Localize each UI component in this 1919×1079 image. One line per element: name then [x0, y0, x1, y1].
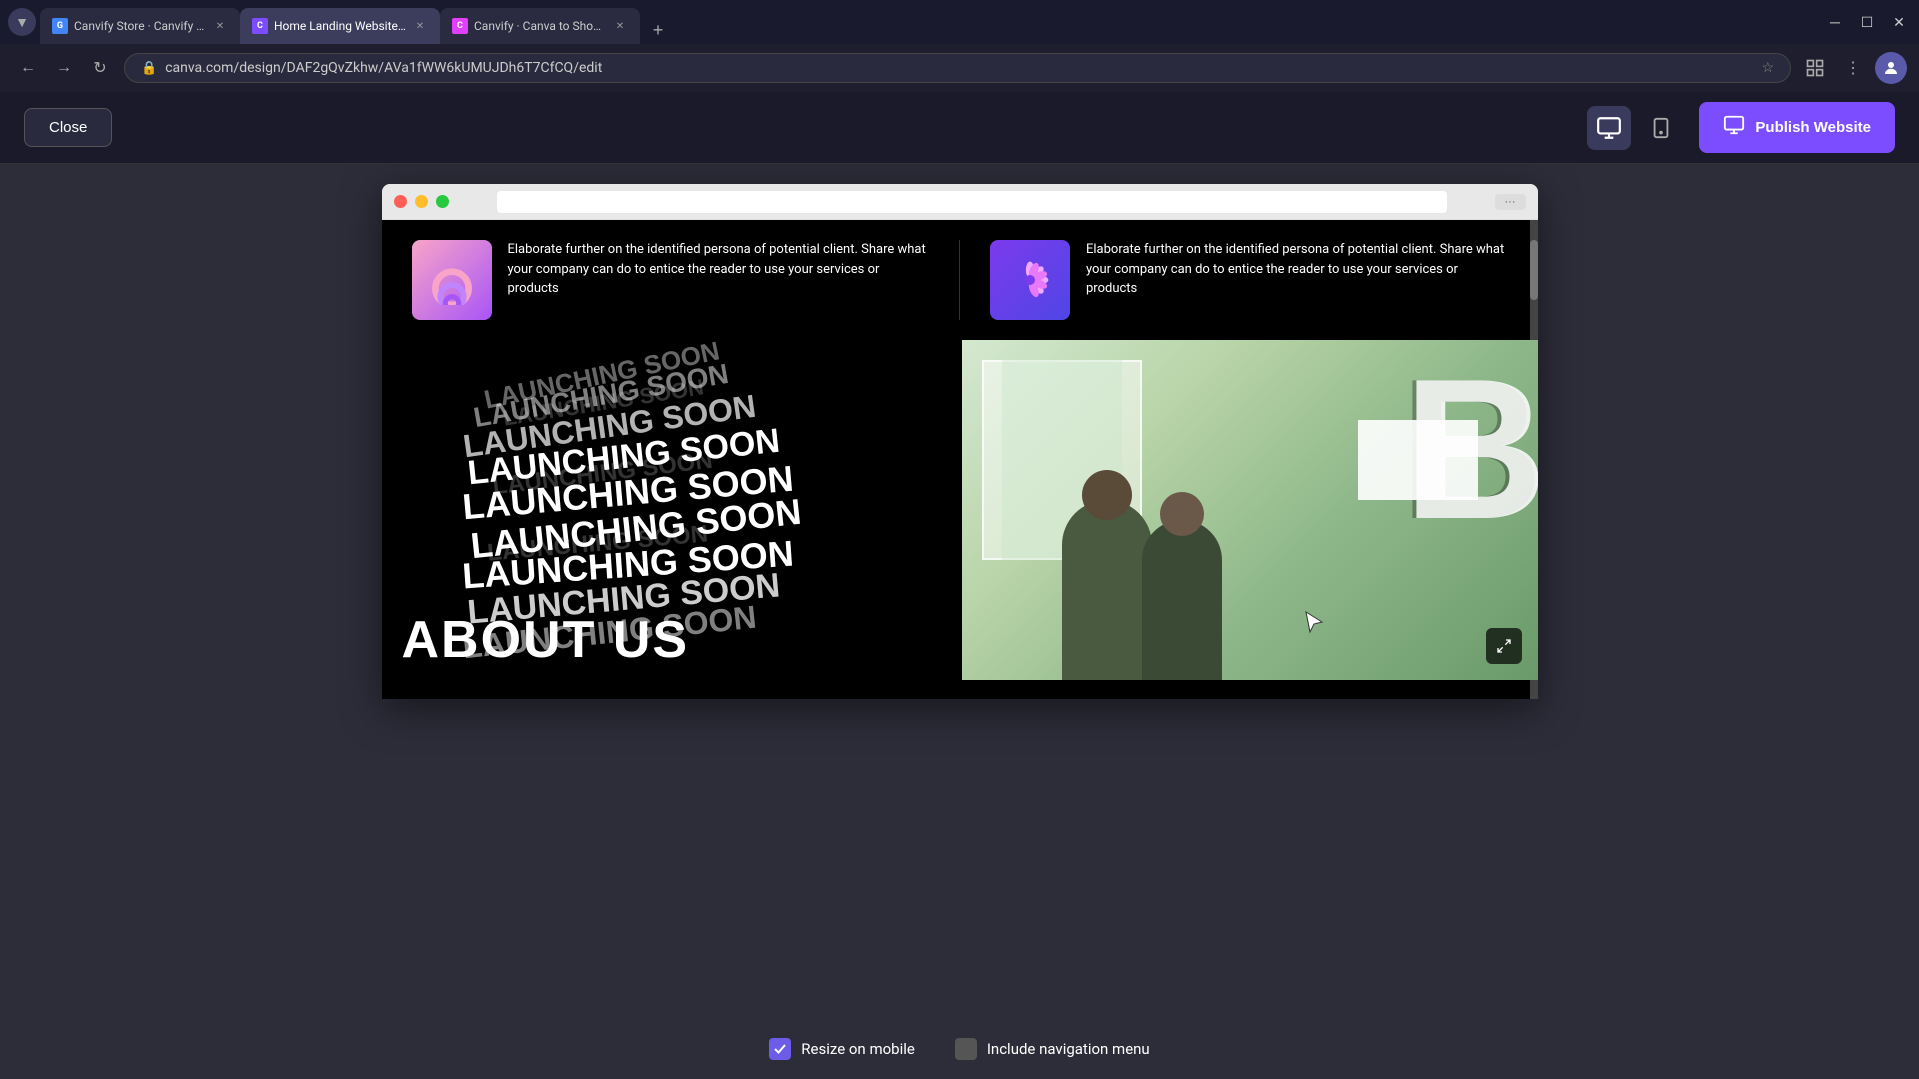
resize-mobile-checkbox[interactable]: [769, 1038, 791, 1060]
tab-2-label: Home Landing Website in Blac...: [274, 19, 406, 33]
url-bar[interactable]: 🔒 canva.com/design/DAF2gQvZkhw/AVa1fWW6k…: [124, 53, 1791, 83]
tab-2[interactable]: C Home Landing Website in Blac... ✕: [240, 8, 440, 44]
preview-btn-1[interactable]: ···: [1495, 194, 1526, 210]
restore-button[interactable]: ☐: [1855, 10, 1879, 34]
person-2-head: [1160, 492, 1204, 536]
service-card-2-text: Elaborate further on the identified pers…: [1086, 240, 1508, 299]
new-tab-button[interactable]: +: [644, 16, 672, 44]
service-card-2: Elaborate further on the identified pers…: [990, 240, 1508, 320]
traffic-light-red[interactable]: [394, 195, 407, 208]
nav-menu-label: Include navigation menu: [987, 1040, 1150, 1058]
tab-2-favicon: C: [252, 18, 268, 34]
close-button[interactable]: Close: [24, 108, 112, 147]
traffic-light-green[interactable]: [436, 195, 449, 208]
mobile-view-button[interactable]: [1639, 106, 1683, 150]
device-toggle: [1587, 106, 1683, 150]
about-us-text: ABOUT US: [402, 610, 690, 670]
service-cards-section: Elaborate further on the identified pers…: [382, 220, 1538, 340]
secure-icon: 🔒: [141, 61, 157, 76]
person-1: [1062, 500, 1152, 680]
preview-url-bar: [497, 191, 1447, 213]
close-window-button[interactable]: ✕: [1887, 10, 1911, 34]
tab-3-favicon: C: [452, 18, 468, 34]
tab-3-close[interactable]: ✕: [612, 18, 628, 34]
minimize-button[interactable]: ─: [1823, 10, 1847, 34]
people-area: [1002, 460, 1282, 680]
url-text: canva.com/design/DAF2gQvZkhw/AVa1fWW6kUM…: [165, 60, 1753, 76]
preview-content: Elaborate further on the identified pers…: [382, 220, 1538, 699]
nav-menu-checkbox[interactable]: [955, 1038, 977, 1060]
browser-actions: ⋮: [1799, 52, 1907, 84]
browser-chrome: ▼ G Canvify Store · Canvify · Shopify ✕ …: [0, 0, 1919, 92]
white-box-overlay: [1358, 420, 1478, 500]
launching-section: LAUNCHING SOON LAUNCHING SOON LAUNCHING …: [382, 340, 1538, 680]
service-icon-1: [412, 240, 492, 320]
desktop-view-button[interactable]: [1587, 106, 1631, 150]
star-icon: ☆: [1761, 60, 1774, 76]
publish-label: Publish Website: [1755, 119, 1871, 136]
service-card-1-text: Elaborate further on the identified pers…: [508, 240, 930, 299]
tabs-container: G Canvify Store · Canvify · Shopify ✕ C …: [40, 0, 1823, 44]
tab-3[interactable]: C Canvify · Canva to Shopify ✕: [440, 8, 640, 44]
launching-right: B: [962, 340, 1538, 680]
tab-bar: ▼ G Canvify Store · Canvify · Shopify ✕ …: [0, 0, 1919, 44]
scrollbar-thumb: [1530, 240, 1538, 300]
publish-icon: [1723, 114, 1745, 141]
person-2: [1142, 520, 1222, 680]
publish-website-button[interactable]: Publish Website: [1699, 102, 1895, 153]
bottom-bar: Resize on mobile Include navigation menu: [0, 1019, 1919, 1079]
nav-menu-item: Include navigation menu: [955, 1038, 1150, 1060]
tab-1-close[interactable]: ✕: [212, 18, 228, 34]
tab-1-label: Canvify Store · Canvify · Shopify: [74, 19, 206, 33]
tab-3-label: Canvify · Canva to Shopify: [474, 19, 606, 33]
forward-button[interactable]: →: [48, 52, 80, 84]
section-divider: [959, 240, 960, 320]
refresh-button[interactable]: ↻: [84, 52, 116, 84]
back-button[interactable]: ←: [12, 52, 44, 84]
main-content: ···: [0, 164, 1919, 1019]
service-icon-2: [990, 240, 1070, 320]
preview-window: ···: [382, 184, 1538, 699]
tab-1-favicon: G: [52, 18, 68, 34]
extensions-button[interactable]: [1799, 52, 1831, 84]
settings-button[interactable]: ⋮: [1837, 52, 1869, 84]
canva-header: Close Publish Website: [0, 92, 1919, 164]
service-card-1: Elaborate further on the identified pers…: [412, 240, 930, 320]
resize-mobile-label: Resize on mobile: [801, 1040, 915, 1058]
resize-mobile-item: Resize on mobile: [769, 1038, 915, 1060]
window-controls: ─ ☐ ✕: [1823, 10, 1911, 34]
traffic-light-yellow[interactable]: [415, 195, 428, 208]
address-bar: ← → ↻ 🔒 canva.com/design/DAF2gQvZkhw/AVa…: [0, 44, 1919, 92]
tab-2-close[interactable]: ✕: [412, 18, 428, 34]
launching-left: LAUNCHING SOON LAUNCHING SOON LAUNCHING …: [382, 340, 962, 680]
person-1-head: [1082, 470, 1132, 520]
expand-button[interactable]: [1486, 628, 1522, 664]
purple-gradient-icon: [990, 240, 1070, 320]
tab-1[interactable]: G Canvify Store · Canvify · Shopify ✕: [40, 8, 240, 44]
profile-button[interactable]: [1875, 52, 1907, 84]
tab-nav-button[interactable]: ▼: [8, 8, 36, 36]
nav-controls: ← → ↻: [12, 52, 116, 84]
pink-gradient-icon: [412, 240, 492, 320]
preview-titlebar: ···: [382, 184, 1538, 220]
